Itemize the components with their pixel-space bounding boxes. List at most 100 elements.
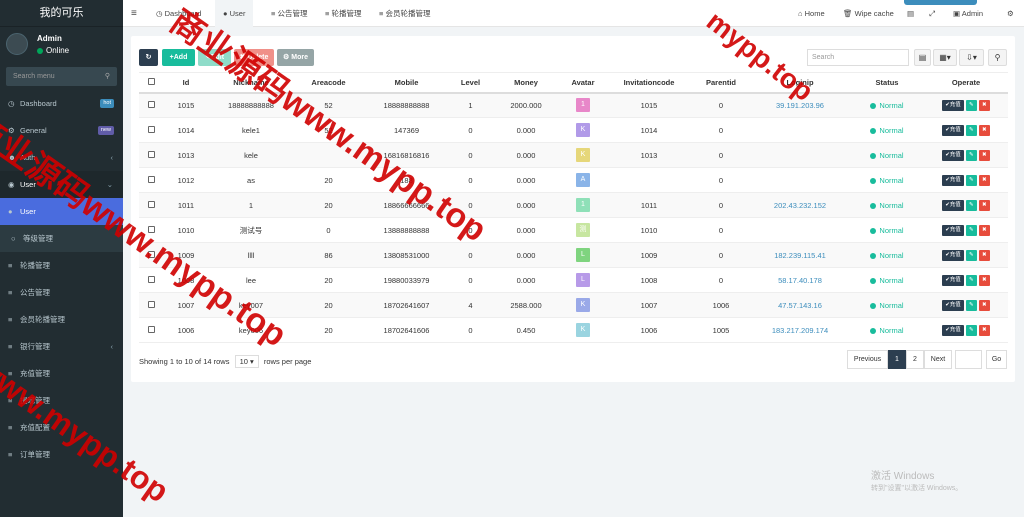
row-delete-button[interactable]: ✖ <box>978 224 990 236</box>
goto-page-input[interactable] <box>955 350 982 369</box>
status-badge[interactable]: Normal <box>870 276 904 285</box>
add-button[interactable]: +Add <box>162 49 195 66</box>
tab-banner[interactable]: ≡ 轮播管理 <box>319 0 367 27</box>
row-delete-button[interactable]: ✖ <box>978 249 990 261</box>
prev-page-button[interactable]: Previous <box>847 350 888 369</box>
table-row[interactable]: 1011 1 20 18866666666 0 0.000 1 1011 0 202.43.232… <box>139 192 1008 218</box>
sidebar-item-general[interactable]: ⚙ General new <box>0 117 123 144</box>
checkbox[interactable] <box>147 250 155 258</box>
col-parentid[interactable]: Parentid <box>692 72 750 94</box>
advanced-search-icon[interactable]: ⚲ <box>988 49 1007 66</box>
menu-toggle-icon[interactable]: ≡ <box>131 0 137 27</box>
edit-button[interactable]: ✎Edit <box>198 49 231 66</box>
row-edit-button[interactable]: ✎ <box>965 324 977 336</box>
recharge-button[interactable]: ✔充值 <box>942 274 964 286</box>
page-1-button[interactable]: 1 <box>888 350 906 369</box>
avatar[interactable]: L <box>576 273 590 287</box>
avatar[interactable]: 1 <box>576 198 590 212</box>
col-level[interactable]: Level <box>449 72 492 94</box>
row-checkbox[interactable] <box>139 117 163 143</box>
row-edit-button[interactable]: ✎ <box>965 224 977 236</box>
sidebar-item-auth[interactable]: ☻ Auth ‹ <box>0 144 123 171</box>
row-checkbox[interactable] <box>139 92 163 118</box>
go-button[interactable]: Go <box>986 350 1007 369</box>
table-row[interactable]: 1007 key007 20 18702641607 4 2588.000 K 1007 100… <box>139 292 1008 318</box>
row-delete-button[interactable]: ✖ <box>978 274 990 286</box>
row-delete-button[interactable]: ✖ <box>978 174 990 186</box>
refresh-button[interactable]: ↻ <box>139 49 158 66</box>
checkbox[interactable] <box>147 175 155 183</box>
col-money[interactable]: Money <box>492 72 560 94</box>
tab-member-banner[interactable]: ≡ 会员轮播管理 <box>373 0 436 27</box>
export-icon[interactable]: ▤ <box>914 49 931 66</box>
col-mobile[interactable]: Mobile <box>364 72 449 94</box>
checkbox[interactable] <box>147 275 155 283</box>
wipe-cache-button[interactable]: 🗑 Wipe cache <box>843 0 894 27</box>
row-checkbox[interactable] <box>139 267 163 293</box>
row-edit-button[interactable]: ✎ <box>965 274 977 286</box>
avatar[interactable]: K <box>576 323 590 337</box>
checkbox[interactable] <box>147 200 155 208</box>
status-badge[interactable]: Normal <box>870 326 904 335</box>
status-badge[interactable]: Normal <box>870 226 904 235</box>
columns-dropdown[interactable]: ▦▾ <box>933 49 957 66</box>
avatar[interactable]: K <box>576 298 590 312</box>
recharge-button[interactable]: ✔充值 <box>942 249 964 261</box>
avatar[interactable]: K <box>576 123 590 137</box>
loginip-link[interactable]: 58.17.40.178 <box>778 276 822 285</box>
status-badge[interactable]: Normal <box>870 126 904 135</box>
page-2-button[interactable]: 2 <box>906 350 924 369</box>
table-row[interactable]: 1006 key006 20 18702641606 0 0.450 K 1006 1005 18… <box>139 317 1008 343</box>
table-row[interactable]: 1010 测试号 0 13888888888 0 0.000 测 1010 0 Normal ✔充值… <box>139 217 1008 243</box>
row-delete-button[interactable]: ✖ <box>978 199 990 211</box>
loginip-link[interactable]: 47.57.143.16 <box>778 301 822 310</box>
col-avatar[interactable]: Avatar <box>560 72 606 94</box>
status-badge[interactable]: Normal <box>870 176 904 185</box>
row-checkbox[interactable] <box>139 292 163 318</box>
table-row[interactable]: 1015 18888888888 52 18888888888 1 2000.000 1 10… <box>139 92 1008 118</box>
avatar[interactable]: L <box>576 248 590 262</box>
table-row[interactable]: 1012 as 20 188 0 0.000 A 0 Normal ✔充值 ✎ ✖ <box>139 167 1008 193</box>
sidebar-item-member-banner[interactable]: ≡ 会员轮播管理 <box>0 306 123 333</box>
row-edit-button[interactable]: ✎ <box>965 124 977 136</box>
tab-dashboard[interactable]: ◷ Dashboard <box>150 0 207 27</box>
select-all-checkbox[interactable] <box>139 72 163 94</box>
status-badge[interactable]: Normal <box>870 151 904 160</box>
col-status[interactable]: Status <box>850 72 924 94</box>
row-checkbox[interactable] <box>139 192 163 218</box>
sidebar-item-user[interactable]: ● User <box>0 198 123 225</box>
row-delete-button[interactable]: ✖ <box>978 299 990 311</box>
row-edit-button[interactable]: ✎ <box>965 299 977 311</box>
recharge-button[interactable]: ✔充值 <box>942 174 964 186</box>
row-delete-button[interactable]: ✖ <box>978 99 990 111</box>
col-loginip[interactable]: Loginip <box>750 72 850 94</box>
delete-button[interactable]: ✖ Delete <box>234 49 274 66</box>
checkbox[interactable] <box>147 150 155 158</box>
table-row[interactable]: 1014 kele1 52 147369 0 0.000 K 1014 0 Normal ✔充值 ✎ ✖ <box>139 117 1008 143</box>
sidebar-item-orders[interactable]: ≡ 订单管理 <box>0 441 123 468</box>
sidebar-item-banner[interactable]: ≡ 轮播管理 <box>0 252 123 279</box>
status-badge[interactable]: Normal <box>870 201 904 210</box>
sidebar-item-withdraw[interactable]: ≡ 提现管理 <box>0 387 123 414</box>
sidebar-item-recharge-config[interactable]: ≡ 充值配置 <box>0 414 123 441</box>
row-checkbox[interactable] <box>139 242 163 268</box>
more-button[interactable]: ⚙ More <box>277 49 314 66</box>
checkbox[interactable] <box>147 325 155 333</box>
status-badge[interactable]: Normal <box>870 251 904 260</box>
checkbox[interactable] <box>147 300 155 308</box>
export-dropdown[interactable]: ⇩▾ <box>959 49 984 66</box>
recharge-button[interactable]: ✔充值 <box>942 224 964 236</box>
loginip-link[interactable]: 183.217.209.174 <box>772 326 828 335</box>
app-logo[interactable]: 我的可乐 <box>0 0 123 27</box>
sidebar-item-dashboard[interactable]: ◷ Dashboard hot <box>0 90 123 117</box>
next-page-button[interactable]: Next <box>924 350 952 369</box>
row-edit-button[interactable]: ✎ <box>965 249 977 261</box>
status-badge[interactable]: Normal <box>870 101 904 110</box>
row-edit-button[interactable]: ✎ <box>965 199 977 211</box>
table-row[interactable]: 1009 llll 86 13808531000 0 0.000 L 1009 0 182.239… <box>139 242 1008 268</box>
tab-user[interactable]: ● User <box>215 0 254 27</box>
avatar[interactable]: 1 <box>576 98 590 113</box>
table-row[interactable]: 1008 lee 20 19880033979 0 0.000 L 1008 0 58.17.40… <box>139 267 1008 293</box>
avatar[interactable]: K <box>576 148 590 162</box>
sidebar-item-notice[interactable]: ≡ 公告管理 <box>0 279 123 306</box>
